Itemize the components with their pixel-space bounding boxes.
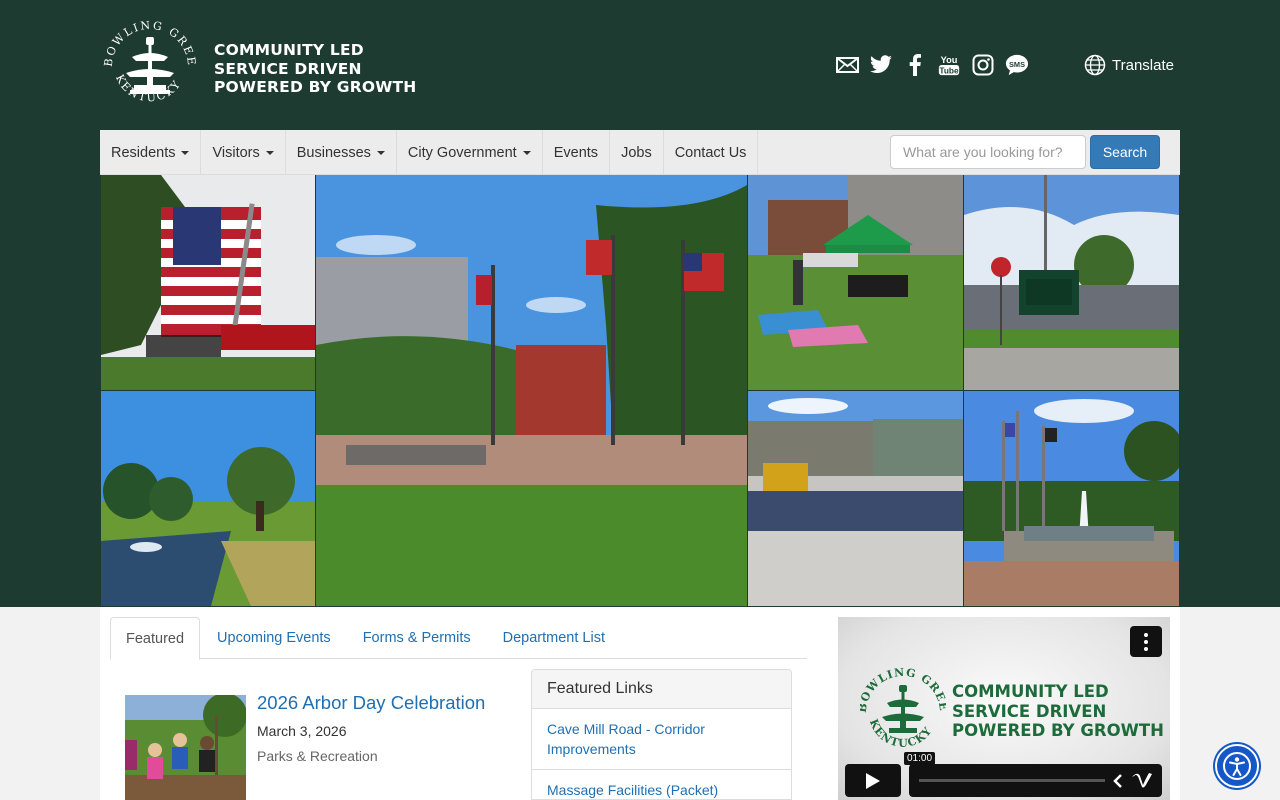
video-progress-track[interactable] xyxy=(919,779,1105,782)
social-links: You Tube SMS xyxy=(835,53,1029,77)
video-menu-button[interactable] xyxy=(1130,626,1162,657)
nav-item-businesses[interactable]: Businesses xyxy=(286,130,397,175)
nav-item-city-government[interactable]: City Government xyxy=(397,130,543,175)
content-tabs: Featured Upcoming Events Forms & Permits… xyxy=(110,617,807,660)
tagline-line: COMMUNITY LED xyxy=(214,41,364,59)
photo-flag-firetruck xyxy=(101,175,315,390)
nav-label: Residents xyxy=(111,144,176,161)
nav-label: Contact Us xyxy=(674,144,747,161)
nav-item-jobs[interactable]: Jobs xyxy=(610,130,664,175)
caret-down-icon xyxy=(265,150,274,155)
photo-plaza-fountain xyxy=(316,175,747,606)
email-icon[interactable] xyxy=(835,53,859,77)
accessibility-icon xyxy=(1223,752,1251,780)
city-logo[interactable]: BOWLING GREEN KENTUCKY xyxy=(96,5,198,115)
youtube-icon[interactable]: You Tube xyxy=(937,53,961,77)
featured-links-panel: Featured Links Cave Mill Road - Corridor… xyxy=(531,669,792,800)
nav-label: City Government xyxy=(407,144,517,161)
photo-public-works-crew xyxy=(748,391,963,606)
tab-forms-permits[interactable]: Forms & Permits xyxy=(348,617,486,659)
facebook-icon[interactable] xyxy=(903,53,927,77)
nav-item-events[interactable]: Events xyxy=(543,130,611,175)
tab-featured[interactable]: Featured xyxy=(110,617,201,660)
accessibility-button[interactable] xyxy=(1215,744,1259,788)
svg-text:You: You xyxy=(941,55,958,65)
nav-item-residents[interactable]: Residents xyxy=(100,130,202,175)
video-tagline-line: SERVICE DRIVEN xyxy=(952,701,1107,721)
featured-link[interactable]: Massage Facilities (Packet) xyxy=(532,770,791,799)
nav-label: Businesses xyxy=(296,144,371,161)
globe-icon xyxy=(1084,54,1106,76)
event-department: Parks & Recreation xyxy=(257,748,378,764)
caret-down-icon xyxy=(522,150,531,155)
caret-down-icon xyxy=(376,150,385,155)
play-icon xyxy=(866,772,880,789)
tab-upcoming-events[interactable]: Upcoming Events xyxy=(202,617,346,659)
caret-down-icon xyxy=(181,150,190,155)
nav-label: Visitors xyxy=(212,144,260,161)
photo-tent-event xyxy=(748,175,963,390)
tagline-line: SERVICE DRIVEN xyxy=(214,59,362,78)
nav-item-contact-us[interactable]: Contact Us xyxy=(664,130,759,175)
twitter-icon[interactable] xyxy=(869,53,893,77)
photo-memorial-fountain xyxy=(964,391,1179,606)
chevron-left-icon[interactable] xyxy=(1112,773,1124,789)
search-button[interactable]: Search xyxy=(1090,135,1160,169)
featured-links-heading: Featured Links xyxy=(532,670,791,709)
event-date: March 3, 2026 xyxy=(257,723,347,739)
play-button[interactable] xyxy=(845,764,901,797)
svg-text:SMS: SMS xyxy=(1009,60,1025,69)
video-logo: BOWLING GREEN KENTUCKY xyxy=(854,653,949,755)
tab-department-list[interactable]: Department List xyxy=(488,617,620,659)
header-tagline: COMMUNITY LED SERVICE DRIVEN POWERED BY … xyxy=(214,41,416,97)
search-input[interactable] xyxy=(890,135,1086,169)
event-thumbnail[interactable] xyxy=(125,695,246,800)
nav-item-visitors[interactable]: Visitors xyxy=(201,130,286,175)
translate-button[interactable]: Translate xyxy=(1084,54,1174,76)
featured-link[interactable]: Cave Mill Road - Corridor Improvements xyxy=(532,709,791,770)
video-tagline-line: COMMUNITY LED xyxy=(952,682,1109,701)
video-tagline-line: POWERED BY GROWTH xyxy=(952,721,1164,740)
nav-label: Jobs xyxy=(621,144,652,161)
translate-label: Translate xyxy=(1112,56,1174,74)
svg-text:Tube: Tube xyxy=(939,65,959,75)
photo-park-pond xyxy=(101,391,315,606)
video-player[interactable]: BOWLING GREEN KENTUCKY COMMUNITY LED SER… xyxy=(838,617,1170,800)
nav-label: Events xyxy=(553,144,599,161)
vimeo-icon[interactable] xyxy=(1131,772,1153,790)
event-title-link[interactable]: 2026 Arbor Day Celebration xyxy=(257,692,485,714)
tagline-line: POWERED BY GROWTH xyxy=(214,78,417,96)
instagram-icon[interactable] xyxy=(971,53,995,77)
video-control-bar xyxy=(909,764,1162,797)
photo-welcome-downtown xyxy=(964,175,1179,390)
sms-icon[interactable]: SMS xyxy=(1005,53,1029,77)
video-tagline: COMMUNITY LED SERVICE DRIVEN POWERED BY … xyxy=(952,682,1164,741)
